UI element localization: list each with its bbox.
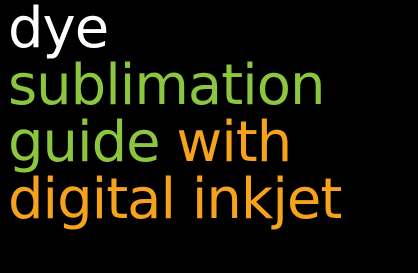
title-word-dye: dye <box>8 0 109 61</box>
title-word-with: with <box>176 110 292 175</box>
title-line-1: dye <box>8 0 418 57</box>
title-graphic: dye sublimation guide with digital inkje… <box>8 0 418 228</box>
title-word-guide: guide <box>8 110 177 175</box>
title-words-digital-inkjet: digital inkjet <box>8 167 342 232</box>
title-line-3: guide with <box>8 114 418 171</box>
title-line-2: sublimation <box>8 57 418 114</box>
title-word-sublimation: sublimation <box>8 53 325 118</box>
title-line-4: digital inkjet <box>8 171 418 228</box>
